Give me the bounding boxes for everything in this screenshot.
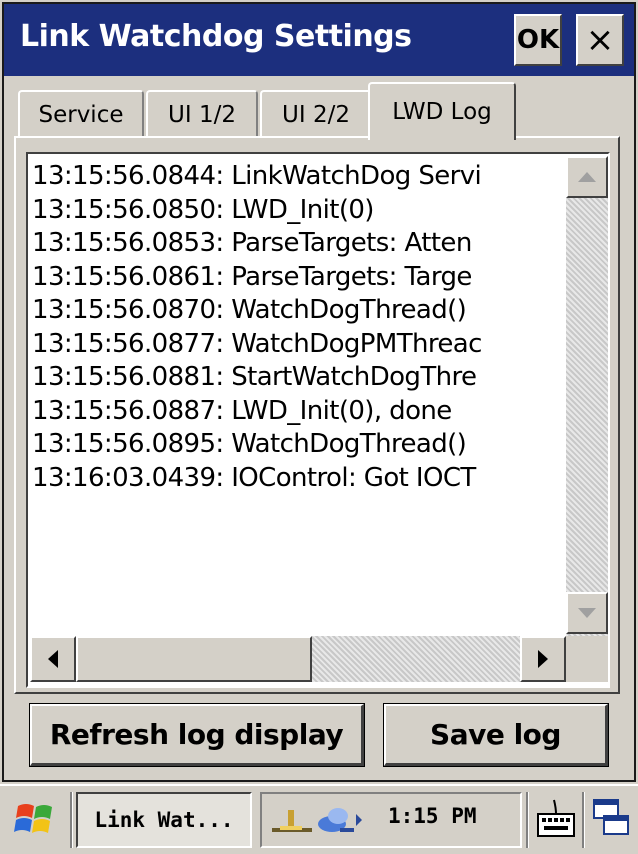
save-log-button[interactable]: Save log <box>383 703 609 767</box>
start-button[interactable] <box>6 792 66 848</box>
tab-lwd-log[interactable]: LWD Log <box>368 82 516 140</box>
log-line[interactable]: 13:16:03.0439: IOControl: Got IOCT <box>32 462 562 496</box>
title-bar: Link Watchdog Settings OK × <box>4 4 634 76</box>
triangle-left-icon <box>48 650 58 668</box>
ok-button[interactable]: OK <box>514 14 562 66</box>
clock[interactable]: 1:15 PM <box>388 804 477 828</box>
log-line[interactable]: 13:15:56.0895: WatchDogThread() <box>32 428 562 462</box>
log-line[interactable]: 13:15:56.0881: StartWatchDogThre <box>32 361 562 395</box>
log-line[interactable]: 13:15:56.0850: LWD_Init(0) <box>32 194 562 228</box>
log-listbox[interactable]: 13:15:56.0844: LinkWatchDog Servi 13:15:… <box>26 152 610 688</box>
scroll-left-button[interactable] <box>30 636 76 682</box>
close-button[interactable]: × <box>576 14 624 66</box>
log-line[interactable]: 13:15:56.0861: ParseTargets: Targe <box>32 261 562 295</box>
log-line[interactable]: 13:15:56.0887: LWD_Init(0), done <box>32 395 562 429</box>
scroll-right-button[interactable] <box>520 636 566 682</box>
horizontal-scrollbar[interactable] <box>30 636 566 682</box>
tab-ui-2-2[interactable]: UI 2/2 <box>260 90 372 138</box>
triangle-right-icon <box>538 650 548 668</box>
scroll-up-button[interactable] <box>566 156 608 198</box>
taskbar-app-button[interactable]: Link Wat... <box>76 792 252 848</box>
windows-switch-icon[interactable] <box>592 798 632 838</box>
log-line[interactable]: 13:15:56.0870: WatchDogThread() <box>32 294 562 328</box>
vertical-scrollbar[interactable] <box>566 156 608 636</box>
triangle-up-icon <box>578 172 596 182</box>
log-line[interactable]: 13:15:56.0877: WatchDogPMThreac <box>32 328 562 362</box>
scroll-down-button[interactable] <box>566 592 608 634</box>
taskbar-divider <box>70 792 73 848</box>
log-lines: 13:15:56.0844: LinkWatchDog Servi 13:15:… <box>32 160 562 495</box>
refresh-log-button[interactable]: Refresh log display <box>29 703 365 767</box>
triangle-down-icon <box>578 608 596 618</box>
tab-strip: Service UI 1/2 UI 2/2 LWD Log <box>18 78 628 140</box>
scrollbar-corner <box>566 636 608 682</box>
window-title: Link Watchdog Settings <box>20 19 412 54</box>
taskbar-divider <box>526 792 529 848</box>
horizontal-scroll-thumb[interactable] <box>76 636 312 682</box>
connection-icon[interactable] <box>314 802 364 838</box>
keyboard-icon[interactable] <box>534 796 578 842</box>
tab-ui-1-2[interactable]: UI 1/2 <box>146 90 258 138</box>
log-line[interactable]: 13:15:56.0853: ParseTargets: Atten <box>32 227 562 261</box>
tab-service[interactable]: Service <box>18 90 144 138</box>
system-tray: 1:15 PM <box>260 792 522 848</box>
taskbar-divider <box>582 792 585 848</box>
windows-start-icon <box>14 804 52 833</box>
log-line[interactable]: 13:15:56.0844: LinkWatchDog Servi <box>32 160 562 194</box>
taskbar: Link Wat... 1:15 PM <box>0 784 638 854</box>
network-icon[interactable] <box>270 804 314 838</box>
